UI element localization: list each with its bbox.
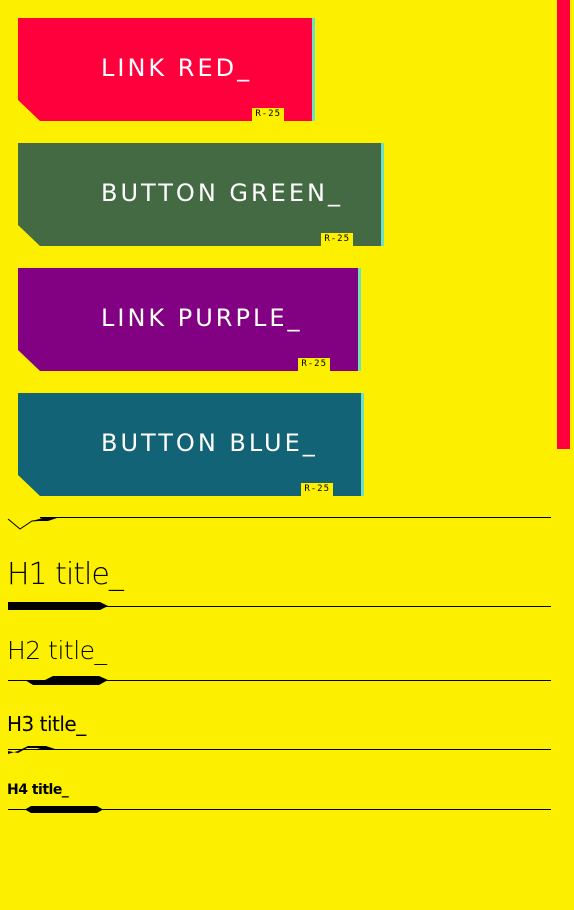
h2-title: H2 title_ bbox=[7, 636, 107, 665]
link-red-label: LINK RED_ bbox=[101, 54, 253, 82]
button-green-edge bbox=[381, 143, 384, 246]
h2-underline bbox=[8, 676, 551, 685]
section-divider bbox=[7, 517, 551, 530]
button-green-label: BUTTON GREEN_ bbox=[101, 179, 343, 207]
button-green[interactable]: BUTTON GREEN_ R-25 bbox=[18, 143, 384, 246]
button-blue-edge bbox=[361, 393, 364, 496]
button-blue-label: BUTTON BLUE_ bbox=[101, 429, 318, 457]
h4-underline bbox=[8, 806, 551, 813]
h3-title: H3 title_ bbox=[7, 712, 86, 736]
link-purple-label: LINK PURPLE_ bbox=[101, 304, 303, 332]
vertical-scrollbar[interactable] bbox=[557, 0, 570, 449]
button-blue-tag: R-25 bbox=[301, 483, 333, 496]
link-red-edge bbox=[312, 18, 315, 121]
button-green-tag: R-25 bbox=[321, 233, 353, 246]
h1-underline bbox=[8, 602, 551, 610]
link-purple-edge bbox=[358, 268, 361, 371]
link-red-tag: R-25 bbox=[252, 108, 284, 121]
h3-underline bbox=[8, 746, 551, 754]
link-purple-button[interactable]: LINK PURPLE_ R-25 bbox=[18, 268, 361, 371]
link-red-button[interactable]: LINK RED_ R-25 bbox=[18, 18, 315, 121]
h4-title: H4 title_ bbox=[7, 782, 69, 798]
button-blue[interactable]: BUTTON BLUE_ R-25 bbox=[18, 393, 364, 496]
h1-title: H1 title_ bbox=[7, 557, 124, 592]
link-purple-tag: R-25 bbox=[298, 358, 330, 371]
